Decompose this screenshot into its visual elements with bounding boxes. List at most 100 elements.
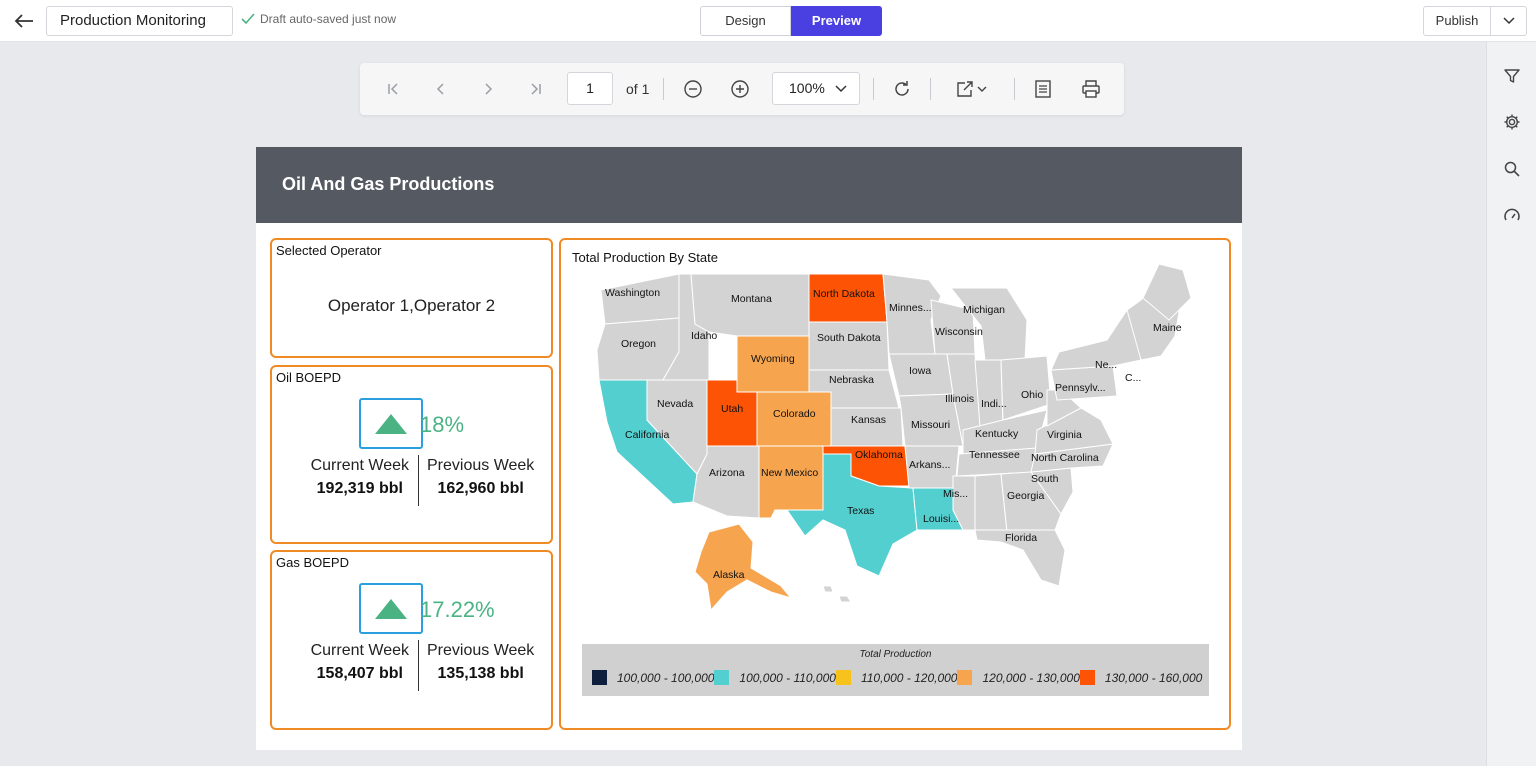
current-week-value: 158,407 bbl (316, 665, 403, 682)
label-new-york: Ne... (1095, 359, 1117, 371)
label-arkansas: Arkans... (909, 459, 950, 471)
gas-boepd-card: Gas BOEPD 17.22% Current Week 158,407 bb… (270, 550, 553, 730)
preview-tab[interactable]: Preview (791, 6, 882, 36)
legend-label: 100,000 - 100,000 (617, 670, 715, 685)
label-ohio: Ohio (1021, 389, 1043, 401)
label-virginia: Virginia (1047, 429, 1082, 441)
legend-swatch (957, 670, 973, 685)
triangle-up-icon (375, 598, 407, 619)
previous-week-column: Previous Week 162,960 bbl (427, 457, 534, 498)
label-minnesota: Minnes... (889, 302, 932, 314)
previous-week-label: Previous Week (427, 642, 535, 659)
report-title: Oil And Gas Productions (282, 174, 495, 194)
label-tennessee: Tennessee (969, 449, 1020, 461)
export-icon[interactable] (954, 79, 990, 99)
report-page: Oil And Gas Productions Selected Operato… (256, 147, 1242, 750)
previous-week-column: Previous Week 135,138 bbl (427, 642, 534, 683)
back-arrow-icon[interactable] (12, 9, 36, 33)
gear-icon[interactable] (1502, 112, 1522, 132)
card-label: Gas BOEPD (276, 555, 349, 570)
legend-item: 110,000 - 120,000 (835, 670, 958, 685)
legend-item: 130,000 - 160,000 (1079, 670, 1202, 685)
card-label: Oil BOEPD (276, 370, 342, 385)
selected-operator-card: Selected Operator Operator 1,Operator 2 (270, 238, 553, 358)
next-page-icon[interactable] (478, 79, 498, 99)
autosave-status: Draft auto-saved just now (241, 12, 396, 26)
map-legend: Total Production 100,000 - 100,000 100,00… (582, 644, 1209, 696)
label-kentucky: Kentucky (975, 428, 1019, 440)
chevron-down-icon (1502, 17, 1515, 25)
previous-page-icon[interactable] (431, 79, 451, 99)
legend-title: Total Production (859, 649, 932, 660)
chevron-down-icon (835, 85, 847, 93)
legend-label: 100,000 - 110,000 (739, 670, 836, 685)
state-hawaii (822, 585, 852, 603)
legend-swatch (714, 670, 730, 685)
zoom-out-icon[interactable] (683, 79, 703, 99)
separator (663, 78, 664, 100)
label-montana: Montana (731, 293, 772, 305)
label-illinois: Illinois (945, 393, 974, 405)
previous-week-value: 135,138 bbl (437, 665, 524, 682)
report-name-input[interactable]: Production Monitoring (46, 6, 233, 36)
label-michigan: Michigan (963, 304, 1005, 316)
label-oregon: Oregon (621, 338, 656, 350)
state-montana (690, 273, 810, 337)
label-florida: Florida (1005, 532, 1037, 544)
trend-indicator (359, 398, 423, 449)
report-header: Oil And Gas Productions (256, 147, 1242, 223)
viewer-toolbar: 1 of 1 100% (360, 63, 1124, 115)
publish-dropdown-button[interactable] (1491, 7, 1526, 35)
kpi-percent: 18% (420, 412, 465, 437)
label-missouri: Missouri (911, 419, 950, 431)
label-colorado: Colorado (773, 408, 816, 420)
label-pennsylvania: Pennsylv... (1055, 382, 1106, 394)
previous-week-label: Previous Week (427, 457, 535, 474)
zoom-value: 100% (789, 80, 825, 96)
state-alaska (694, 523, 793, 612)
current-week-column: Current Week 158,407 bbl (311, 642, 409, 683)
label-wisconsin: Wisconsin (935, 326, 983, 338)
page-number-input[interactable]: 1 (567, 72, 613, 105)
card-label: Selected Operator (276, 243, 382, 258)
state-south-dakota (808, 321, 890, 371)
label-north-carolina: North Carolina (1031, 452, 1099, 464)
publish-group: Publish (1423, 6, 1527, 36)
refresh-icon[interactable] (892, 79, 912, 99)
label-arizona: Arizona (709, 467, 745, 479)
search-icon[interactable] (1502, 159, 1522, 179)
label-maine: Maine (1153, 322, 1182, 334)
top-bar: Production Monitoring Draft auto-saved j… (0, 0, 1536, 42)
gauge-icon[interactable] (1502, 206, 1522, 226)
label-washington: Washington (605, 287, 660, 299)
legend-item: 100,000 - 110,000 (714, 670, 836, 685)
current-week-label: Current Week (310, 457, 409, 474)
document-icon[interactable] (1033, 79, 1053, 99)
zoom-in-icon[interactable] (730, 79, 750, 99)
label-alaska: Alaska (713, 569, 745, 581)
us-map[interactable]: Washington Montana North Dakota Minnes..… (561, 240, 1229, 640)
operator-value: Operator 1,Operator 2 (327, 296, 496, 315)
current-week-column: Current Week 192,319 bbl (311, 457, 409, 498)
divider (418, 455, 419, 506)
filter-icon[interactable] (1502, 66, 1522, 86)
label-south-dakota: South Dakota (817, 332, 881, 344)
right-rail (1486, 42, 1536, 766)
check-icon (241, 13, 255, 25)
last-page-icon[interactable] (526, 79, 546, 99)
label-iowa: Iowa (909, 365, 931, 377)
zoom-select[interactable]: 100% (772, 72, 860, 105)
current-week-label: Current Week (310, 642, 409, 659)
publish-button[interactable]: Publish (1424, 7, 1491, 35)
legend-items: 100,000 - 100,000 100,000 - 110,000 110,00… (592, 670, 1202, 685)
previous-week-value: 162,960 bbl (437, 480, 524, 497)
production-map-card: Total Production By State Washington Mon… (559, 238, 1231, 730)
mode-toggle: Design Preview (700, 6, 882, 36)
print-icon[interactable] (1081, 79, 1101, 99)
legend-label: 110,000 - 120,000 (860, 670, 958, 685)
current-week-value: 192,319 bbl (316, 480, 403, 497)
design-tab[interactable]: Design (700, 6, 791, 36)
label-kansas: Kansas (851, 414, 886, 426)
label-utah: Utah (721, 403, 743, 415)
first-page-icon[interactable] (383, 79, 403, 99)
